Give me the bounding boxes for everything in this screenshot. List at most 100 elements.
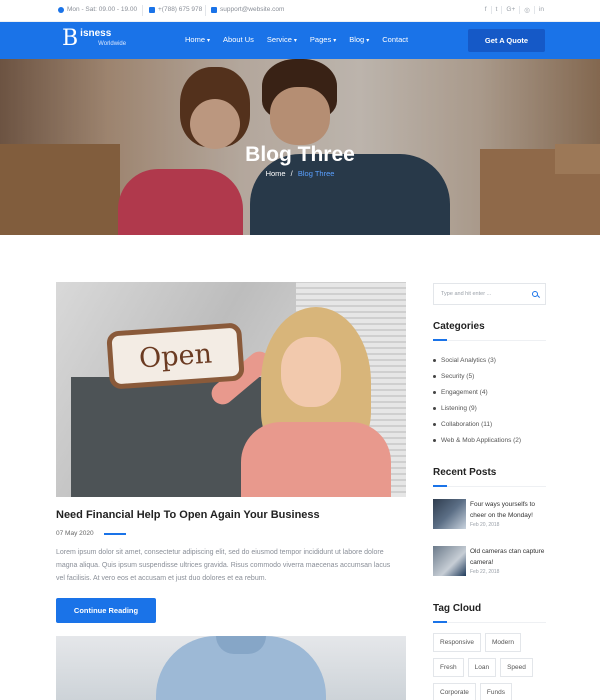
nav-item-blog[interactable]: Blog ▾ [349, 35, 369, 44]
category-item[interactable]: Web & Mob Applications (2) [433, 432, 521, 448]
logo-text: isness Worldwide [80, 28, 126, 48]
tag-cloud-title: Tag Cloud [433, 603, 482, 614]
nav-label: Blog [349, 35, 365, 44]
recent-post-text: Old cameras ctan capture camera! Feb 22,… [470, 546, 548, 576]
nav-label: Contact [382, 35, 409, 44]
post-excerpt: Lorem ipsum dolor sit amet, consectetur … [56, 549, 391, 582]
nav-label: Home [185, 35, 206, 44]
recent-post-title[interactable]: Old cameras ctan capture camera! [470, 546, 548, 568]
logo-letter: B [62, 26, 79, 51]
image-part [241, 422, 391, 497]
tag-item[interactable]: Corporate [433, 683, 476, 700]
get-quote-button[interactable]: Get A Quote [468, 29, 545, 52]
category-item[interactable]: Security (5) [433, 368, 521, 384]
recent-post-item[interactable]: Four ways yourselfs to cheer on the Mond… [433, 499, 548, 529]
page-hero: Blog Three Home / Blog Three [0, 59, 600, 235]
open-sign: Open [106, 322, 245, 390]
tag-item[interactable]: Funds [479, 683, 512, 700]
mail-icon [211, 6, 217, 13]
bullet-icon [433, 406, 436, 410]
category-label: Web & Mob Applications (2) [441, 436, 522, 444]
hours-info: Mon - Sat: 09.00 - 19.00 [58, 6, 137, 13]
category-list: Social Analytics (3) Security (5) Engage… [433, 352, 521, 448]
tag-item[interactable]: Responsive [433, 633, 481, 652]
category-label: Social Analytics (3) [441, 356, 496, 364]
post-date: 07 May 2020 [56, 530, 94, 537]
nav-item-contact[interactable]: Contact [382, 35, 408, 44]
category-item[interactable]: Listening (9) [433, 400, 521, 416]
chevron-down-icon: ▾ [293, 38, 297, 44]
tag-item[interactable]: Loan [467, 658, 497, 677]
search-field[interactable]: Type and hit enter ... [433, 283, 546, 305]
categories-title: Categories [433, 321, 485, 332]
site-logo[interactable]: B isness Worldwide [62, 28, 126, 50]
title-accent [433, 339, 447, 341]
main-navbar: B isness Worldwide Home ▾ About Us Servic… [0, 22, 600, 59]
logo-name: isness [80, 28, 112, 39]
category-item[interactable]: Collaboration (11) [433, 416, 521, 432]
facebook-icon[interactable]: f [481, 6, 491, 14]
phone-icon [149, 6, 155, 13]
category-label: Listening (9) [441, 404, 477, 412]
recent-posts-title: Recent Posts [433, 467, 497, 478]
tag-cloud: Responsive Modern Fresh Loan Speed Corpo… [433, 633, 553, 700]
nav-item-service[interactable]: Service ▾ [267, 35, 297, 44]
recent-post-item[interactable]: Old cameras ctan capture camera! Feb 22,… [433, 546, 548, 576]
bullet-icon [433, 438, 436, 442]
chevron-down-icon: ▾ [207, 38, 211, 44]
twitter-icon[interactable]: t [490, 6, 502, 14]
tag-item[interactable]: Modern [484, 633, 522, 652]
breadcrumb: Home / Blog Three [0, 169, 600, 178]
social-links: f t G+ ◎ in [481, 6, 548, 14]
phone-info[interactable]: +(788) 675 978 [149, 6, 202, 13]
divider [433, 340, 546, 341]
tag-item[interactable]: Speed [500, 658, 533, 677]
nav-item-home[interactable]: Home ▾ [185, 35, 210, 44]
divider [205, 5, 206, 16]
continue-reading-button[interactable]: Continue Reading [56, 598, 156, 623]
nav-item-pages[interactable]: Pages ▾ [310, 35, 336, 44]
title-accent [433, 621, 447, 623]
email-text[interactable]: support@website.com [220, 6, 284, 13]
recent-post-thumbnail[interactable] [433, 546, 466, 576]
page-title: Blog Three [245, 143, 355, 166]
hours-text: Mon - Sat: 09.00 - 19.00 [67, 6, 138, 13]
linkedin-icon[interactable]: in [533, 6, 548, 14]
title-accent [433, 485, 447, 487]
phone-text[interactable]: +(788) 675 978 [158, 6, 202, 13]
logo-tagline: Worldwide [98, 41, 127, 47]
recent-post-thumbnail[interactable] [433, 499, 466, 529]
category-label: Security (5) [441, 372, 475, 380]
email-info[interactable]: support@website.com [211, 6, 284, 13]
category-label: Engagement (4) [441, 388, 488, 396]
image-part [281, 337, 341, 407]
post-featured-image[interactable]: Open [56, 282, 406, 497]
google-plus-icon[interactable]: G+ [501, 6, 519, 14]
dribbble-icon[interactable]: ◎ [519, 6, 534, 14]
search-icon[interactable] [532, 291, 538, 297]
recent-post-title[interactable]: Four ways yourselfs to cheer on the Mond… [470, 499, 548, 521]
bullet-icon [433, 358, 436, 362]
nav-label: About Us [223, 35, 254, 44]
clock-icon [58, 6, 64, 13]
recent-post-date: Feb 20, 2018 [470, 522, 500, 528]
post-featured-image-2[interactable] [56, 636, 406, 700]
category-label: Collaboration (11) [441, 420, 493, 428]
bullet-icon [433, 422, 436, 426]
tag-item[interactable]: Fresh [433, 658, 464, 677]
category-item[interactable]: Social Analytics (3) [433, 352, 521, 368]
post-title[interactable]: Need Financial Help To Open Again Your B… [56, 509, 320, 521]
breadcrumb-current: Blog Three [297, 169, 335, 178]
nav-menu: Home ▾ About Us Service ▾ Pages ▾ Blog ▾ Con… [185, 35, 421, 44]
divider [433, 486, 546, 487]
top-info-bar: Mon - Sat: 09.00 - 19.00 +(788) 675 978 … [0, 0, 600, 22]
divider [433, 622, 546, 623]
recent-post-text: Four ways yourselfs to cheer on the Mond… [470, 499, 548, 529]
breadcrumb-home[interactable]: Home [266, 169, 286, 178]
nav-label: Pages [309, 35, 332, 44]
divider [142, 5, 143, 16]
category-item[interactable]: Engagement (4) [433, 384, 521, 400]
search-placeholder[interactable]: Type and hit enter ... [441, 291, 491, 297]
recent-post-date: Feb 22, 2018 [470, 569, 500, 575]
nav-item-about[interactable]: About Us [223, 35, 254, 44]
